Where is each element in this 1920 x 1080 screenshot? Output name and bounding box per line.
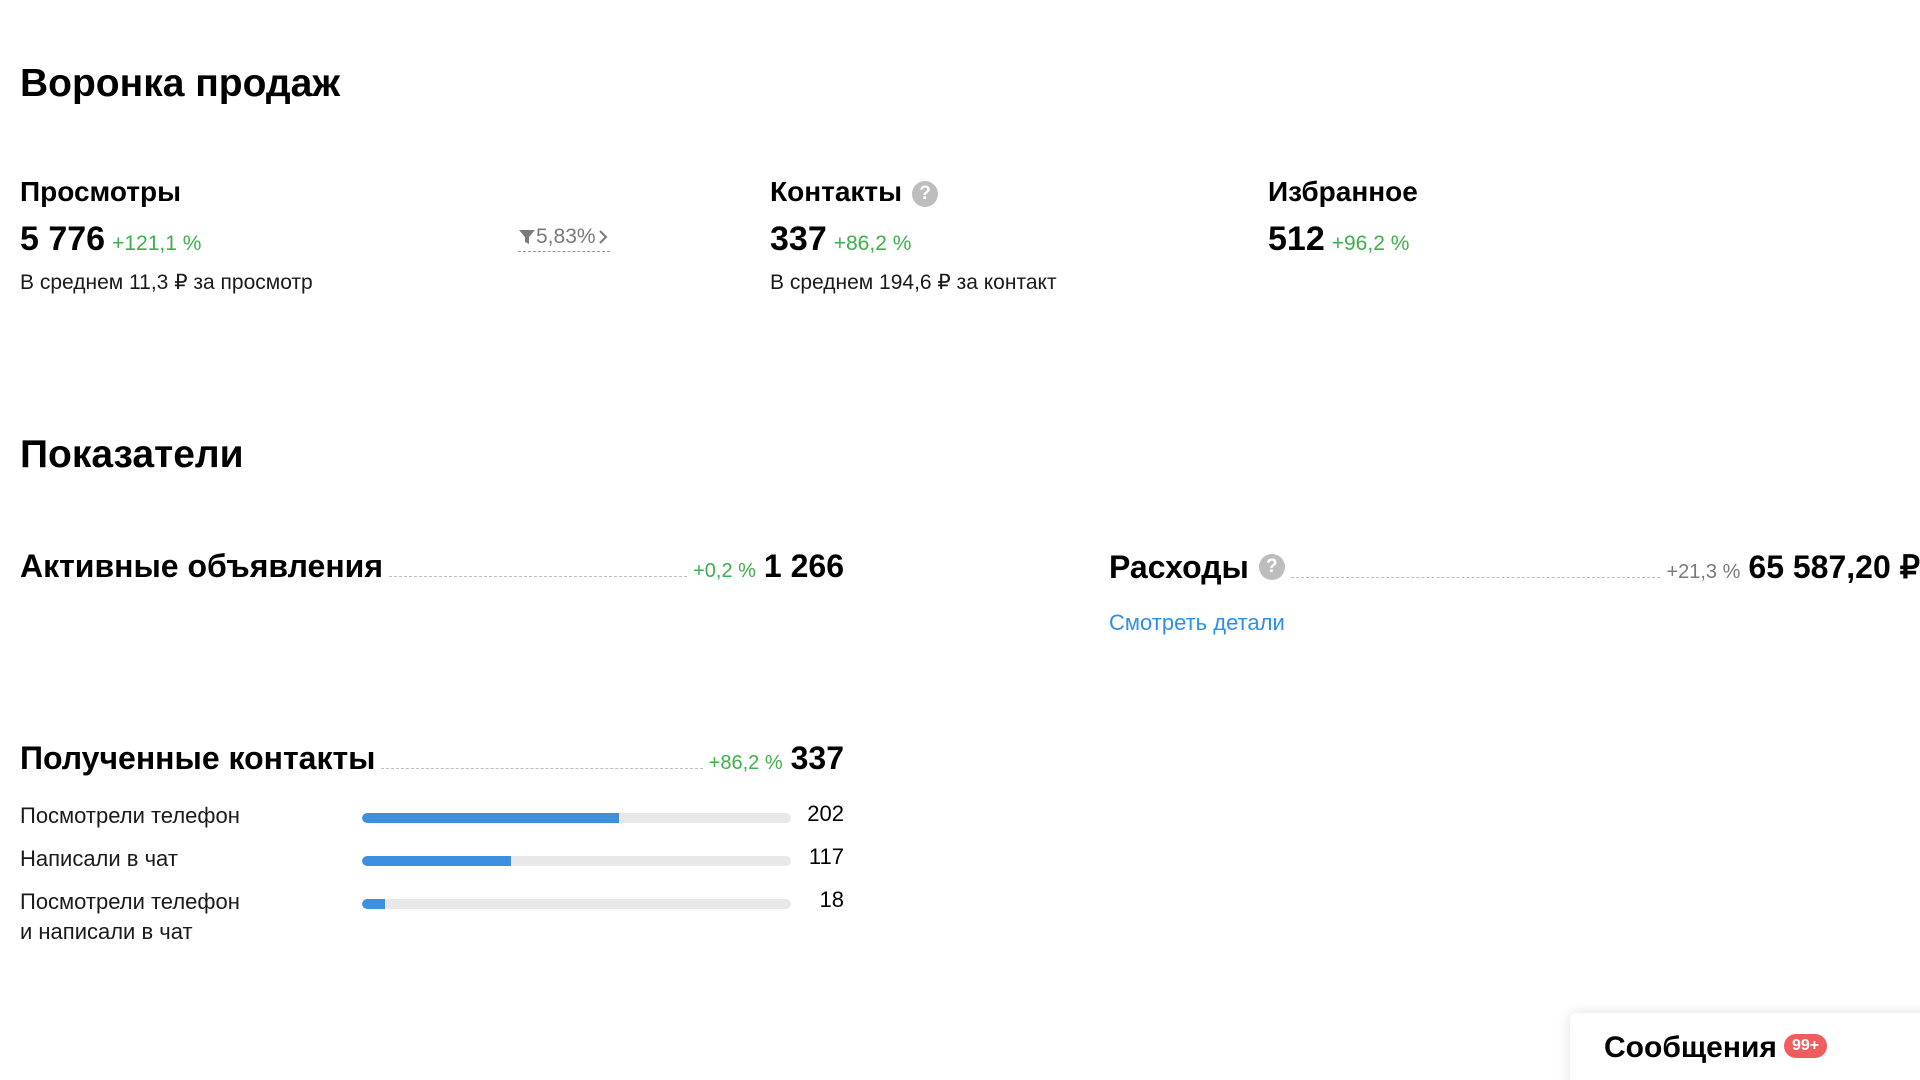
bar-label: Посмотрели телефон и написали в чат: [20, 889, 240, 944]
expenses-delta: +21,3 %: [1666, 561, 1741, 583]
chevron-right-icon: [598, 230, 607, 244]
dotted-leader: [389, 576, 688, 577]
progress-bar: [362, 856, 791, 866]
progress-bar-fill: [362, 856, 511, 866]
expenses-value: 65 587,20 ₽: [1748, 549, 1920, 585]
favorites-delta: +96,2 %: [1331, 232, 1410, 255]
filter-icon: [519, 230, 535, 244]
received-contacts-label: Полученные контакты: [20, 740, 376, 776]
favorites-value: 512: [1268, 220, 1325, 258]
contacts-value: 337: [770, 220, 827, 258]
favorites-metric: 512 +96,2 %: [1268, 222, 1409, 256]
active-ads-row: Активные объявления +0,2 % 1 266: [20, 548, 844, 585]
progress-bar: [362, 813, 791, 823]
dotted-leader: [1290, 577, 1661, 578]
progress-bar: [362, 899, 791, 909]
views-value: 5 776: [20, 220, 106, 258]
received-contacts-delta: +86,2 %: [708, 752, 783, 774]
views-label: Просмотры: [20, 176, 182, 207]
dotted-leader: [381, 768, 703, 769]
unread-badge: 99+: [1784, 1034, 1828, 1058]
progress-bar-fill: [362, 899, 385, 909]
bar-count: 18: [819, 887, 844, 912]
active-ads-label: Активные объявления: [20, 548, 383, 584]
bar-count: 117: [808, 844, 844, 869]
indicators-title: Показатели: [20, 433, 244, 476]
help-icon[interactable]: ?: [912, 181, 939, 207]
received-contacts-row: Полученные контакты +86,2 % 337: [20, 740, 844, 777]
favorites-label: Избранное: [1268, 176, 1418, 207]
conversion-link[interactable]: 5,83%: [518, 225, 610, 252]
expenses-label: Расходы: [1109, 549, 1249, 585]
contacts-metric: 337 +86,2 %: [770, 222, 911, 256]
contacts-label-wrap: Контакты?: [770, 176, 939, 207]
active-ads-value: 1 266: [763, 548, 844, 584]
contacts-delta: +86,2 %: [833, 232, 912, 255]
messages-widget[interactable]: Сообщения 99+: [1570, 1013, 1920, 1080]
bar-label: Посмотрели телефон: [20, 803, 240, 828]
expenses-row: Расходы ? +21,3 % 65 587,20 ₽: [1109, 548, 1920, 586]
contacts-label: Контакты: [770, 176, 903, 207]
expenses-details-link[interactable]: Смотреть детали: [1109, 610, 1285, 636]
analytics-page: Воронка продаж Просмотры 5 776 +121,1 % В…: [0, 0, 1920, 1080]
views-metric: 5 776 +121,1 %: [20, 222, 201, 256]
active-ads-delta: +0,2 %: [693, 560, 756, 582]
bar-count: 202: [807, 801, 844, 826]
bar-label: Написали в чат: [20, 846, 178, 871]
received-contacts-value: 337: [790, 740, 844, 776]
help-icon[interactable]: ?: [1258, 554, 1285, 580]
views-delta: +121,1 %: [112, 232, 202, 255]
messages-label: Сообщения: [1604, 1031, 1777, 1064]
contacts-average: В среднем 194,6 ₽ за контакт: [770, 271, 1057, 294]
conversion-value: 5,83%: [536, 225, 596, 248]
funnel-title: Воронка продаж: [20, 62, 341, 105]
progress-bar-fill: [362, 813, 619, 823]
views-average: В среднем 11,3 ₽ за просмотр: [20, 271, 313, 294]
